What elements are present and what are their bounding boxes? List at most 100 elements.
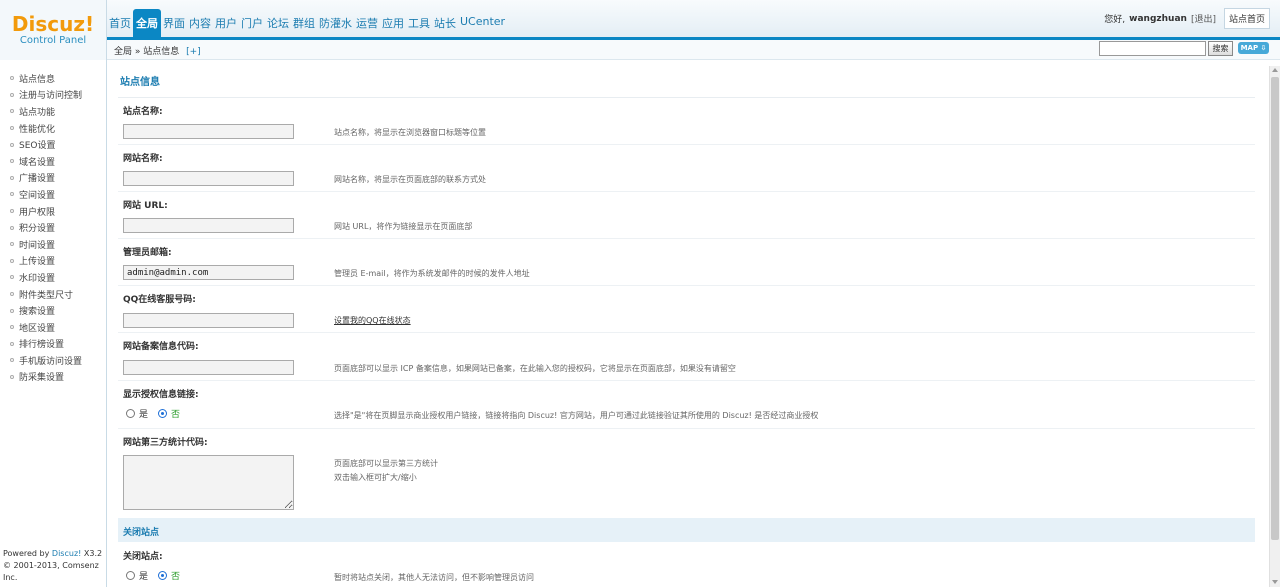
- scroll-down-icon[interactable]: [1272, 580, 1278, 584]
- bullet-icon: [10, 275, 14, 280]
- admin-email-input[interactable]: [123, 265, 294, 280]
- top-header: 首页 全局 界面 内容 用户 门户 论坛 群组 防灌水 运营 应用 工具 站长 UCenter 您好, w…: [0, 0, 1280, 40]
- sidebar-item[interactable]: 空间设置: [10, 186, 82, 203]
- bullet-icon: [10, 308, 14, 313]
- sidebar-item-label: 空间设置: [19, 190, 56, 201]
- nav-item-9[interactable]: 运营: [354, 9, 380, 37]
- nav-item-1[interactable]: 全局: [133, 9, 161, 37]
- section-title: 关闭站点: [123, 528, 160, 538]
- footer-brand-link[interactable]: Discuz!: [52, 549, 81, 558]
- sidebar-item[interactable]: 广播设置: [10, 170, 82, 187]
- bullet-icon: [10, 126, 14, 131]
- sidebar-item[interactable]: 水印设置: [10, 269, 82, 286]
- radio-checked-icon: [158, 409, 168, 418]
- field-description: 暂时将站点关闭，其他人无法访问，但不影响管理员访问: [334, 573, 534, 582]
- sidebar-item[interactable]: 地区设置: [10, 319, 82, 336]
- sidebar-item-label: 附件类型尺寸: [19, 290, 74, 301]
- nav-item-6[interactable]: 论坛: [265, 9, 291, 37]
- web-name-input[interactable]: [123, 171, 294, 186]
- nav-item-5[interactable]: 门户: [239, 9, 265, 37]
- bullet-icon: [10, 292, 14, 297]
- sidebar-item-label: 排行榜设置: [19, 340, 65, 351]
- sidebar-item[interactable]: 域名设置: [10, 153, 82, 170]
- site-name-input[interactable]: [123, 124, 294, 139]
- nav-item-8[interactable]: 防灌水: [317, 9, 354, 37]
- nav-item-4[interactable]: 用户: [213, 9, 239, 37]
- sidebar-item-label: 上传设置: [19, 257, 56, 268]
- sidebar-item[interactable]: 手机版访问设置: [10, 352, 82, 369]
- sidebar-item[interactable]: 时间设置: [10, 236, 82, 253]
- sidebar-item[interactable]: SEO设置: [10, 136, 82, 153]
- scroll-thumb[interactable]: [1271, 77, 1279, 540]
- field-label: 关闭站点:: [123, 552, 163, 562]
- expand-toggle[interactable]: [+]: [186, 47, 201, 57]
- vertical-scrollbar[interactable]: [1269, 66, 1280, 587]
- bullet-icon: [10, 142, 14, 147]
- nav-item-0[interactable]: 首页: [107, 9, 133, 37]
- page-title: 站点信息: [120, 77, 160, 88]
- radio-label: 否: [171, 410, 181, 420]
- sidebar-item[interactable]: 站点信息: [10, 70, 82, 87]
- sidebar-menu: 站点信息注册与访问控制站点功能性能优化 SEO设置域名设置广播设置空间设置用户权限…: [10, 70, 82, 385]
- user-bar: 您好, wangzhuan [退出] 站点首页: [1104, 8, 1270, 29]
- search-button[interactable]: 搜索: [1208, 41, 1233, 56]
- nav-item-10[interactable]: 应用: [380, 9, 406, 37]
- nav-item-3[interactable]: 内容: [187, 9, 213, 37]
- section-header-close-site: 关闭站点: [118, 518, 1255, 542]
- search-input[interactable]: [1099, 41, 1206, 56]
- nav-item-11[interactable]: 工具: [406, 9, 432, 37]
- divider: [118, 97, 1255, 98]
- site-url-input[interactable]: [123, 218, 294, 233]
- nav-item-12[interactable]: 站长: [432, 9, 458, 37]
- bullet-icon: [10, 159, 14, 164]
- site-home-button[interactable]: 站点首页: [1223, 8, 1270, 29]
- field-description: 选择"是"将在页脚显示商业授权用户链接，链接将指向 Discuz! 官方网站，用…: [334, 411, 819, 420]
- sidebar: 站点信息注册与访问控制站点功能性能优化 SEO设置域名设置广播设置空间设置用户权限…: [0, 60, 107, 587]
- sidebar-item-label: 积分设置: [19, 224, 56, 235]
- sidebar-item-label: 用户权限: [19, 207, 56, 218]
- nav-item-7[interactable]: 群组: [291, 9, 317, 37]
- qq-status-link[interactable]: 设置我的QQ在线状态: [334, 315, 411, 326]
- stats-code-textarea[interactable]: [123, 455, 294, 510]
- sidebar-item-label: 域名设置: [19, 157, 56, 168]
- footer-copyright: © 2001-2013, Comsenz Inc.: [3, 561, 99, 582]
- bullet-icon: [10, 175, 14, 180]
- close-site-radio-no[interactable]: 否: [158, 569, 180, 582]
- sidebar-item[interactable]: 积分设置: [10, 219, 82, 236]
- nav-item-13[interactable]: UCenter: [458, 9, 507, 37]
- sidebar-item[interactable]: 排行榜设置: [10, 336, 82, 353]
- sidebar-item[interactable]: 附件类型尺寸: [10, 286, 82, 303]
- bullet-icon: [10, 258, 14, 263]
- sidebar-item[interactable]: 上传设置: [10, 253, 82, 270]
- sidebar-item[interactable]: 用户权限: [10, 203, 82, 220]
- field-description-hint: 双击输入框可扩大/缩小: [334, 473, 417, 482]
- sidebar-item[interactable]: 注册与访问控制: [10, 87, 82, 104]
- sidebar-item[interactable]: 性能优化: [10, 120, 82, 137]
- radio-label: 是: [139, 572, 149, 582]
- logout-link[interactable]: [退出]: [1191, 12, 1216, 25]
- logo[interactable]: Discuz! Control Panel: [0, 0, 107, 60]
- sidebar-item-label: 性能优化: [19, 124, 56, 135]
- field-label: 站点名称:: [123, 107, 163, 117]
- sidebar-item[interactable]: 站点功能: [10, 103, 82, 120]
- divider: [118, 238, 1255, 239]
- username: wangzhuan: [1129, 13, 1187, 24]
- license-radio-no[interactable]: 否: [158, 407, 180, 420]
- sidebar-item-label: 站点功能: [19, 107, 56, 118]
- field-description: 站点名称，将显示在浏览器窗口标题等位置: [334, 128, 486, 137]
- license-radio-yes[interactable]: 是: [126, 407, 148, 420]
- sidebar-item-label: 搜索设置: [19, 307, 56, 318]
- nav-item-2[interactable]: 界面: [161, 9, 187, 37]
- sidebar-item-label: 防采集设置: [19, 373, 65, 384]
- sidebar-item-label: 站点信息: [19, 74, 56, 85]
- divider: [118, 144, 1255, 145]
- qq-service-input[interactable]: [123, 313, 294, 328]
- field-description: 网站名称，将显示在页面底部的联系方式处: [334, 175, 486, 184]
- radio-icon: [126, 409, 135, 418]
- close-site-radio-yes[interactable]: 是: [126, 569, 148, 582]
- scroll-up-icon[interactable]: [1272, 68, 1278, 72]
- map-button[interactable]: MAP ⇩: [1238, 42, 1269, 54]
- sidebar-item[interactable]: 防采集设置: [10, 369, 82, 386]
- icp-input[interactable]: [123, 360, 294, 375]
- sidebar-item[interactable]: 搜索设置: [10, 302, 82, 319]
